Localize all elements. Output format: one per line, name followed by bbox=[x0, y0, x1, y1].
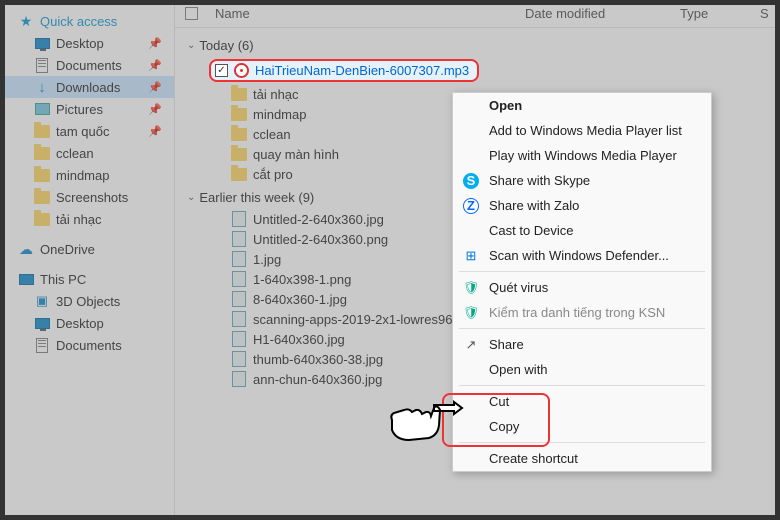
pin-icon: 📌 bbox=[148, 59, 162, 72]
group-today[interactable]: ⌄ Today (6) bbox=[185, 32, 780, 57]
menu-item-add-wmp[interactable]: Add to Windows Media Player list bbox=[453, 118, 711, 143]
shield-green-icon: 🛡 bbox=[463, 305, 479, 321]
menu-item-open[interactable]: Open bbox=[453, 93, 711, 118]
folder-icon bbox=[231, 146, 247, 162]
file-row-selected[interactable]: ✓ HaiTrieuNam-DenBien-6007307.mp3 bbox=[185, 57, 780, 84]
menu-separator bbox=[459, 271, 705, 272]
column-size[interactable]: S bbox=[760, 6, 780, 21]
pin-icon: 📌 bbox=[148, 81, 162, 94]
folder-icon bbox=[231, 86, 247, 102]
document-icon bbox=[34, 57, 50, 73]
sidebar-item-folder[interactable]: tải nhạc bbox=[0, 208, 174, 230]
sidebar-item-documents[interactable]: Documents bbox=[0, 334, 174, 356]
folder-icon bbox=[34, 211, 50, 227]
pc-icon bbox=[18, 271, 34, 287]
sidebar-item-desktop[interactable]: Desktop bbox=[0, 312, 174, 334]
chevron-down-icon: ⌄ bbox=[187, 192, 195, 203]
sidebar-onedrive[interactable]: ☁ OneDrive bbox=[0, 238, 174, 260]
checkbox-checked-icon[interactable]: ✓ bbox=[215, 64, 228, 77]
audio-file-icon bbox=[234, 63, 249, 78]
desktop-icon bbox=[34, 315, 50, 331]
cloud-icon: ☁ bbox=[18, 241, 34, 257]
image-file-icon bbox=[231, 351, 247, 367]
sidebar-item-documents[interactable]: Documents 📌 bbox=[0, 54, 174, 76]
chevron-down-icon: ⌄ bbox=[187, 40, 195, 51]
image-file-icon bbox=[231, 251, 247, 267]
menu-item-copy[interactable]: Copy bbox=[453, 414, 711, 439]
select-all-checkbox[interactable] bbox=[185, 7, 198, 20]
star-icon: ★ bbox=[18, 13, 34, 29]
shield-icon: ⊞ bbox=[463, 248, 479, 264]
sidebar-quick-access[interactable]: ★ Quick access bbox=[0, 10, 174, 32]
menu-item-scan-defender[interactable]: ⊞Scan with Windows Defender... bbox=[453, 243, 711, 268]
menu-item-share-zalo[interactable]: ZShare with Zalo bbox=[453, 193, 711, 218]
sidebar-item-folder[interactable]: mindmap bbox=[0, 164, 174, 186]
image-file-icon bbox=[231, 291, 247, 307]
menu-separator bbox=[459, 328, 705, 329]
menu-item-open-with[interactable]: Open with bbox=[453, 357, 711, 382]
image-file-icon bbox=[231, 331, 247, 347]
menu-item-share-skype[interactable]: SShare with Skype bbox=[453, 168, 711, 193]
context-menu: Open Add to Windows Media Player list Pl… bbox=[452, 92, 712, 472]
sidebar-item-3dobjects[interactable]: ▣ 3D Objects bbox=[0, 290, 174, 312]
menu-item-create-shortcut[interactable]: Create shortcut bbox=[453, 446, 711, 471]
folder-icon bbox=[34, 189, 50, 205]
menu-item-share[interactable]: ↗Share bbox=[453, 332, 711, 357]
menu-separator bbox=[459, 442, 705, 443]
menu-item-cast[interactable]: Cast to Device bbox=[453, 218, 711, 243]
image-file-icon bbox=[231, 371, 247, 387]
column-type[interactable]: Type bbox=[680, 6, 760, 21]
image-file-icon bbox=[231, 211, 247, 227]
skype-icon: S bbox=[463, 173, 479, 189]
image-file-icon bbox=[231, 231, 247, 247]
folder-icon bbox=[231, 166, 247, 182]
column-name[interactable]: Name bbox=[209, 6, 525, 21]
folder-icon bbox=[34, 145, 50, 161]
desktop-icon bbox=[34, 35, 50, 51]
pin-icon: 📌 bbox=[148, 37, 162, 50]
folder-icon bbox=[34, 123, 50, 139]
menu-item-cut[interactable]: Cut bbox=[453, 389, 711, 414]
folder-icon bbox=[34, 167, 50, 183]
column-headers: Name Date modified Type S bbox=[175, 0, 780, 28]
sidebar-item-downloads[interactable]: ↓ Downloads 📌 bbox=[0, 76, 174, 98]
menu-separator bbox=[459, 385, 705, 386]
zalo-icon: Z bbox=[463, 198, 479, 214]
quick-access-label: Quick access bbox=[40, 14, 117, 29]
shield-green-icon: 🛡 bbox=[463, 280, 479, 296]
download-icon: ↓ bbox=[34, 79, 50, 95]
share-icon: ↗ bbox=[463, 337, 479, 353]
image-file-icon bbox=[231, 271, 247, 287]
document-icon bbox=[34, 337, 50, 353]
menu-item-scan-virus[interactable]: 🛡Quét virus bbox=[453, 275, 711, 300]
menu-item-play-wmp[interactable]: Play with Windows Media Player bbox=[453, 143, 711, 168]
sidebar-item-pictures[interactable]: Pictures 📌 bbox=[0, 98, 174, 120]
sidebar-item-folder[interactable]: cclean bbox=[0, 142, 174, 164]
pin-icon: 📌 bbox=[148, 125, 162, 138]
pin-icon: 📌 bbox=[148, 103, 162, 116]
sidebar-item-folder[interactable]: tam quốc 📌 bbox=[0, 120, 174, 142]
sidebar-this-pc[interactable]: This PC bbox=[0, 268, 174, 290]
menu-item-ksn[interactable]: 🛡Kiểm tra danh tiếng trong KSN bbox=[453, 300, 711, 325]
pictures-icon bbox=[34, 101, 50, 117]
column-date[interactable]: Date modified bbox=[525, 6, 680, 21]
folder-icon bbox=[231, 126, 247, 142]
folder-icon bbox=[231, 106, 247, 122]
navigation-sidebar: ★ Quick access Desktop 📌 Documents 📌 ↓ D… bbox=[0, 0, 175, 520]
image-file-icon bbox=[231, 311, 247, 327]
cube-icon: ▣ bbox=[34, 293, 50, 309]
sidebar-item-desktop[interactable]: Desktop 📌 bbox=[0, 32, 174, 54]
sidebar-item-folder[interactable]: Screenshots bbox=[0, 186, 174, 208]
